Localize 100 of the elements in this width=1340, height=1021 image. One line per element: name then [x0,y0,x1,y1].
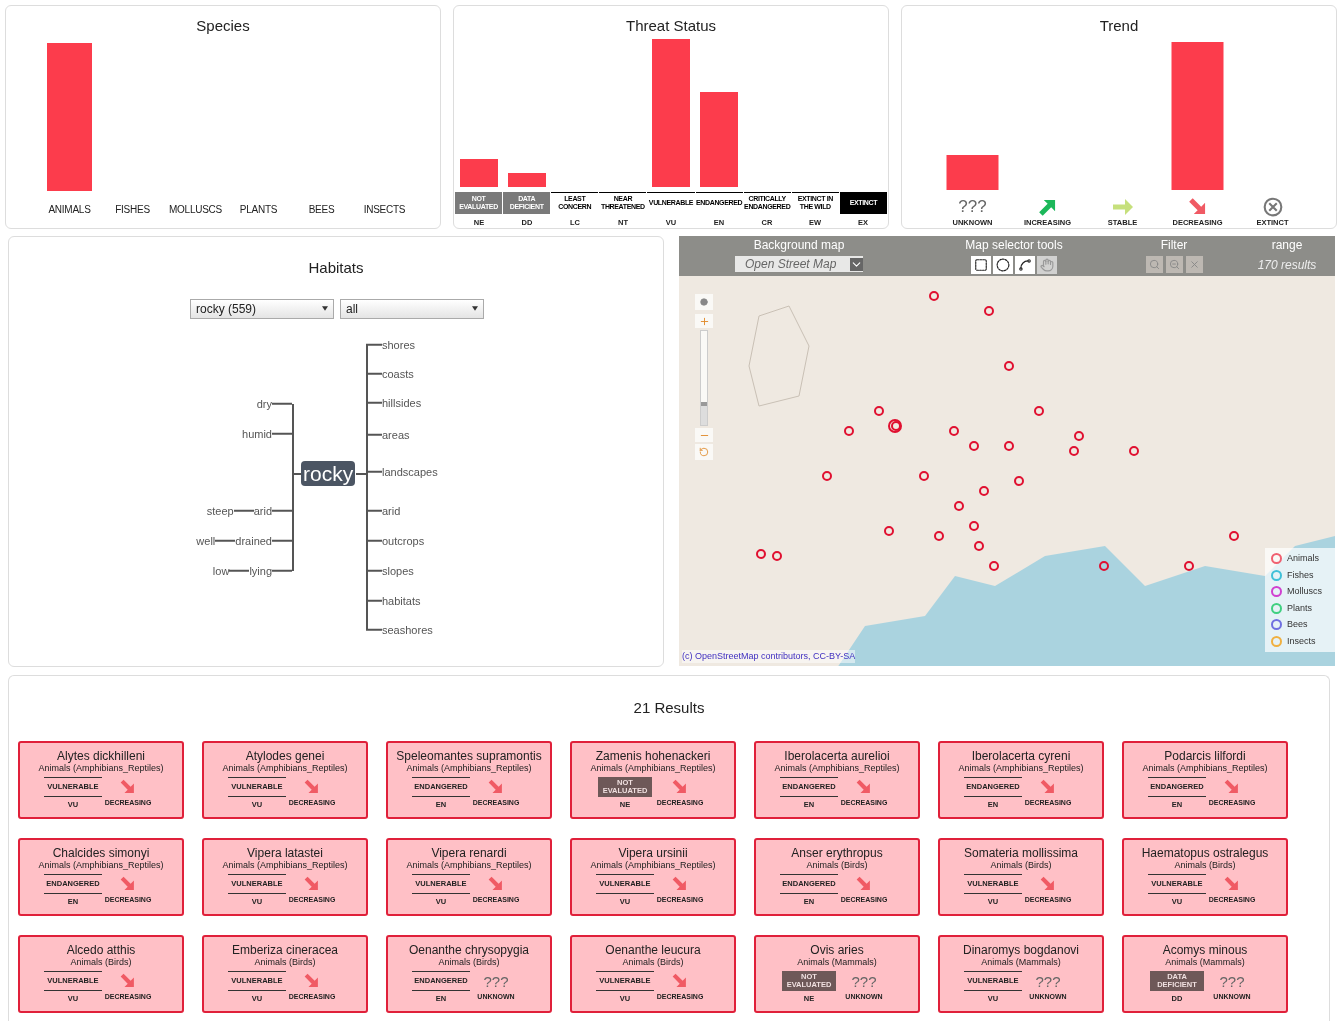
tree-word: humid [242,426,272,442]
zoom-out-icon [1168,259,1180,270]
close-button[interactable] [1185,256,1203,273]
tree-word: coasts [382,366,414,382]
species-group: Animals (Birds) [806,859,868,871]
zoom-out-button[interactable] [1165,256,1183,273]
circle-select-button[interactable] [993,256,1013,274]
dot-icon [700,298,708,306]
species-group: Animals (Amphibians_Reptiles) [222,859,348,871]
panel-title: Habitats [307,258,365,278]
species-group: Animals (Amphibians_Reptiles) [590,762,716,774]
species-name: Vipera renardi [431,846,507,860]
pan-reset-button[interactable] [695,294,713,310]
species-group: Animals (Birds) [990,859,1052,871]
species-name: Dinaromys bogdanovi [962,943,1080,957]
tree-word: shores [382,337,416,353]
category-label: BEES [307,203,336,217]
species-group: Animals (Amphibians_Reptiles) [38,762,164,774]
species-name: Anser erythropus [791,846,883,860]
species-name: Vipera ursinii [618,846,688,860]
reset-button[interactable] [695,444,713,460]
unknown-symbol: ??? [1219,973,1245,989]
unknown-symbol: ??? [958,198,987,216]
species-group: Animals (Amphibians_Reptiles) [38,859,164,871]
tree-word: outcrops [382,533,425,549]
plus-icon [698,315,710,327]
bar [508,172,546,187]
tree-word: lying [249,563,272,579]
species-group: Animals (Mammals) [981,956,1061,968]
species-name: Podarcis lilfordi [1164,749,1246,763]
zoom-in-button[interactable] [695,314,713,328]
species-group: Animals (Birds) [438,956,500,968]
tree-word: well [196,533,216,549]
species-name: Speleomantes supramontis [396,749,542,763]
species-group: Animals (Birds) [622,956,684,968]
bar [460,158,498,187]
species-group: Animals (Amphibians_Reptiles) [774,762,900,774]
species-name: Emberiza cineracea [231,943,339,957]
species-group: Animals (Amphibians_Reptiles) [1142,762,1268,774]
species-group: Animals (Birds) [1174,859,1236,871]
tree-word: habitats [382,593,421,609]
category-label: FISHES [114,203,151,217]
category-label: PLANTS [238,203,279,217]
species-name: Somateria mollissima [964,846,1078,860]
polyline-icon [1018,258,1032,272]
species-name: Oenanthe chrysopygia [408,943,530,957]
dropdown[interactable]: all [340,298,484,319]
tree-word: slopes [382,563,414,579]
caret-icon [472,306,478,311]
tree-word: hillsides [382,395,422,411]
unknown-symbol: ??? [851,973,877,989]
dropdown[interactable]: rocky (559) [190,298,334,319]
basemap-select[interactable]: Open Street Map [735,256,863,272]
dashed-square-icon [974,258,988,272]
search-button[interactable] [1145,256,1163,273]
zoom-slider[interactable] [700,330,708,426]
legend-label: Insects [1287,634,1316,648]
species-group: Animals (Amphibians_Reptiles) [590,859,716,871]
root-word: rocky [301,460,356,486]
species-group: Animals (Amphibians_Reptiles) [222,762,348,774]
bar [946,154,999,190]
zoom-out-button[interactable] [695,428,713,442]
toolbar-label: range [1271,237,1303,254]
crossed-circle-icon [1262,196,1283,217]
legend-label: Plants [1287,601,1312,615]
species-name: Alcedo atthis [66,943,136,957]
close-icon [1188,259,1200,270]
toolbar-label: Background map [753,237,845,254]
polygon-select-button[interactable] [1015,256,1035,274]
category-label: MOLLUSCS [168,203,223,217]
tree-word: low [212,563,230,579]
tree-word: steep [206,503,234,519]
unknown-symbol: ??? [483,973,509,989]
caret-icon [322,306,328,311]
rectangle-select-button[interactable] [971,256,991,274]
chart-title: Species [195,16,251,36]
species-name: Oenanthe leucura [605,943,701,957]
species-group: Animals (Amphibians_Reptiles) [406,859,532,871]
species-group: Animals (Amphibians_Reptiles) [958,762,1084,774]
hand-icon [1040,258,1054,272]
caret-icon [850,257,863,271]
chart-title: Trend [1098,16,1140,36]
tree-word: seashores [382,622,433,638]
tree-word: arid [253,503,272,519]
species-group: Animals (Mammals) [797,956,877,968]
toolbar-label: Filter [1160,237,1188,254]
species-name: Ovis aries [810,943,864,957]
tree-word: areas [382,427,410,443]
species-name: Iberolacerta aurelioi [784,749,890,763]
results-title: 21 Results [632,698,706,718]
legend-label: Bees [1287,618,1308,631]
species-name: Atylodes genei [245,749,325,763]
tree-word: arid [382,503,401,519]
species-name: Zamenis hohenackeri [595,749,711,763]
map-attribution: (c) OpenStreetMap contributors, CC-BY-SA [682,649,856,663]
legend-label: Fishes [1287,568,1314,582]
dashed-circle-icon [996,258,1010,272]
species-group: Animals (Birds) [254,956,316,968]
species-name: Alytes dickhilleni [56,749,145,763]
species-name: Vipera latastei [247,846,323,860]
